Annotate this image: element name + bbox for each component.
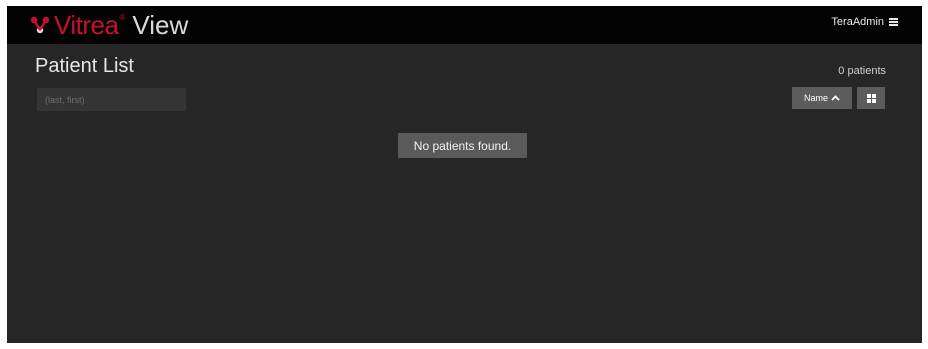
patient-count: 0 patients (838, 65, 886, 77)
user-name: TeraAdmin (831, 16, 884, 28)
app-logo[interactable]: Vitrea ® View (29, 10, 188, 40)
top-navigation-bar: Vitrea ® View TeraAdmin (7, 6, 922, 44)
vitrea-logo-icon (30, 16, 50, 34)
empty-state-message: No patients found. (398, 133, 527, 158)
user-menu-button[interactable]: TeraAdmin (831, 16, 898, 28)
product-name: View (132, 10, 189, 40)
page-title: Patient List (35, 55, 134, 77)
hamburger-icon (889, 18, 898, 26)
registered-mark: ® (119, 12, 126, 22)
grid-icon (866, 93, 876, 103)
patient-search-input[interactable] (37, 88, 186, 111)
app-window: Vitrea ® View TeraAdmin Patient List 0 p… (7, 6, 922, 343)
grid-view-toggle-button[interactable] (857, 87, 885, 109)
brand-name: Vitrea (54, 10, 119, 40)
chevron-up-icon (831, 95, 840, 101)
sort-label: Name (803, 93, 828, 103)
sort-by-name-button[interactable]: Name (792, 87, 852, 109)
